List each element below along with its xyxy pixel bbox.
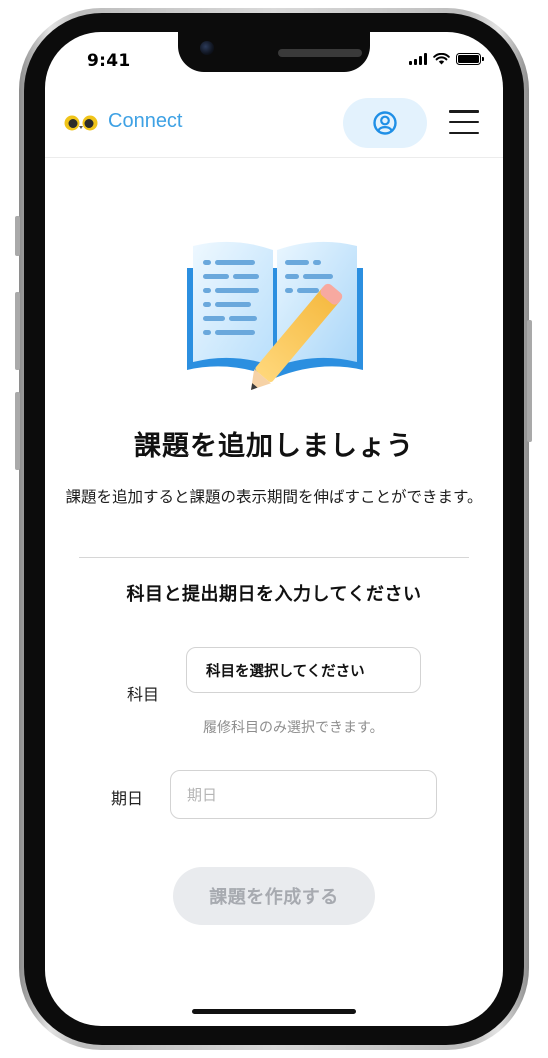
volume-up-button [15,292,20,370]
silent-switch [15,216,20,256]
date-label: 期日 [111,789,144,808]
subject-label: 科目 [127,685,160,704]
hamburger-menu-icon[interactable] [449,110,479,134]
profile-button[interactable] [343,98,427,148]
section-divider [79,557,469,558]
owl-logo-icon [64,115,98,131]
volume-down-button [15,392,20,470]
battery-icon [456,53,484,65]
subject-hint: 履修科目のみ選択できます。 [203,720,384,736]
earpiece-speaker [278,49,362,57]
app-header: Connect [45,90,503,158]
cellular-signal-icon [409,53,427,65]
status-time: 9:41 [87,51,131,71]
user-circle-icon [373,111,397,135]
subject-select[interactable]: 科目を選択してください [186,647,421,693]
status-icons [409,53,484,65]
date-input[interactable] [170,770,437,819]
page-description: 課題を追加すると課題の表示期間を伸ばすことができます。 [65,488,483,506]
power-button [527,320,532,442]
home-indicator [192,1009,356,1014]
book-pencil-illustration [187,241,363,390]
create-assignment-button[interactable]: 課題を作成する [173,867,375,925]
app-screen: 9:41 Connect 課題を追加しましょう 課題を追加すると課題の表示期間を… [45,32,503,1026]
form-heading: 科目と提出期日を入力してください [126,584,422,605]
page-title: 課題を追加しましょう [134,431,414,462]
brand-name[interactable]: Connect [108,110,183,133]
wifi-icon [433,53,450,65]
front-camera [200,41,214,55]
